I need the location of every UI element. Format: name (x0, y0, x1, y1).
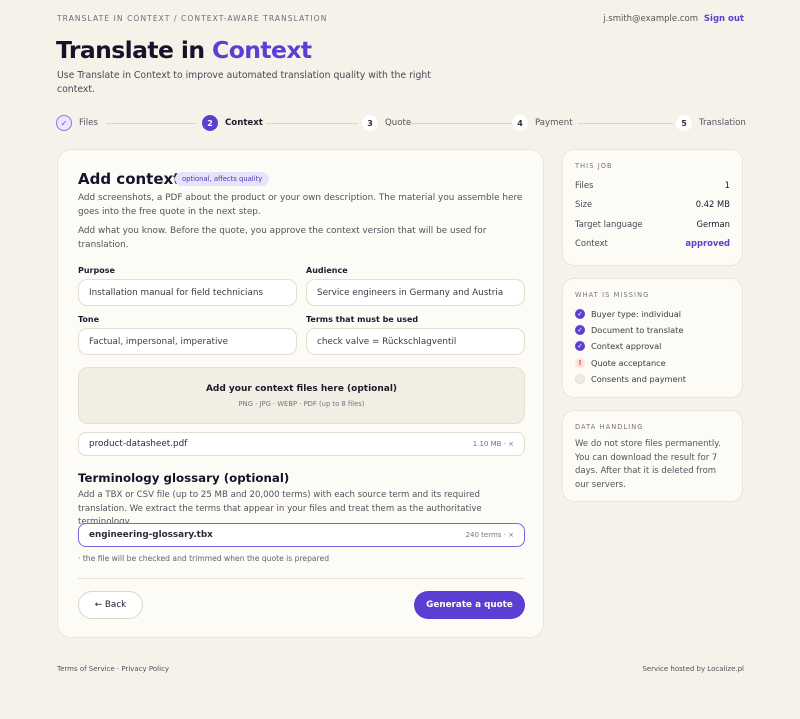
job-key: Size (575, 199, 593, 209)
top-bar: TRANSLATE IN CONTEXT / CONTEXT-AWARE TRA… (57, 14, 744, 26)
step-connector (408, 123, 512, 124)
page-description: Use Translate in Context to improve auto… (57, 70, 431, 95)
purpose-label: Purpose (78, 266, 115, 275)
job-key: Context (575, 238, 608, 248)
job-key: Files (575, 180, 594, 190)
job-heading: THIS JOB (575, 162, 613, 170)
step-label: Context (225, 118, 263, 128)
check-icon: ✓ (575, 325, 585, 335)
check-icon: ✓ (575, 309, 585, 319)
missing-item-label: Quote acceptance (591, 358, 666, 368)
footer-hosted: Service hosted by Localize.pl (642, 665, 744, 673)
title-part-2: Context (212, 36, 312, 64)
sign-out-link[interactable]: Sign out (704, 14, 744, 24)
job-row-language: Target language German (575, 219, 730, 231)
footer-links[interactable]: Terms of Service · Privacy Policy (57, 665, 169, 673)
dropzone-formats: PNG · JPG · WEBP · PDF (up to 8 files) (238, 400, 365, 408)
step-number: 3 (362, 115, 378, 131)
context-file-dropzone[interactable]: Add your context files here (optional) P… (78, 367, 525, 424)
form-intro: Add screenshots, a PDF about the product… (78, 193, 523, 217)
back-button[interactable]: ← Back (78, 591, 143, 619)
job-row-context: Context approved (575, 238, 730, 250)
glossary-note: · the file will be checked and trimmed w… (78, 554, 330, 563)
missing-item-label: Document to translate (591, 325, 684, 335)
missing-item-label: Consents and payment (591, 374, 686, 384)
form-heading: Add context (78, 170, 181, 188)
step-connector (106, 123, 196, 124)
step-context[interactable]: 2 Context (202, 115, 263, 131)
dropzone-title: Add your context files here (optional) (205, 384, 398, 394)
missing-item-label: Context approval (591, 341, 662, 351)
step-quote[interactable]: 3 Quote (362, 115, 411, 131)
terms-label: Terms that must be used (306, 315, 419, 324)
purpose-field[interactable]: Installation manual for field technician… (78, 279, 297, 306)
step-connector (266, 123, 358, 124)
handling-heading: DATA HANDLING (575, 423, 644, 431)
handling-text: We do not store files permanently. You c… (575, 439, 721, 490)
missing-item: ✓ Buyer type: individual (575, 308, 681, 320)
job-summary-card: THIS JOB Files 1 Size 0.42 MB Target lan… (562, 149, 743, 266)
missing-item-label: Buyer type: individual (591, 309, 682, 319)
tone-label: Tone (78, 315, 100, 324)
missing-items-card: WHAT IS MISSING ✓ Buyer type: individual… (562, 278, 743, 398)
step-translation[interactable]: 5 Translation (676, 115, 746, 131)
glossary-file-name: engineering-glossary.tbx (89, 530, 213, 540)
step-label: Translation (699, 118, 746, 128)
title-part-1: Translate in (56, 36, 213, 64)
page-title: Translate in Context (56, 36, 312, 64)
missing-item: Consents and payment (575, 373, 686, 385)
step-label: Files (79, 118, 98, 128)
step-number: 5 (676, 115, 692, 131)
missing-item: ✓ Document to translate (575, 324, 683, 336)
missing-heading: WHAT IS MISSING (575, 291, 650, 299)
warning-icon: ! (575, 358, 585, 368)
stepper: ✓ Files 2 Context 3 Quote 4 Payment 5 Tr… (56, 115, 746, 133)
context-status: approved (685, 238, 730, 248)
job-row-files: Files 1 (575, 180, 730, 192)
audience-label: Audience (306, 266, 348, 275)
form-intro-2: Add what you know. Before the quote, you… (78, 226, 487, 250)
step-connector (578, 123, 674, 124)
missing-item: ✓ Context approval (575, 340, 661, 352)
audience-field[interactable]: Service engineers in Germany and Austria (306, 279, 525, 306)
remove-glossary-button[interactable]: 240 terms · × (466, 531, 514, 539)
breadcrumb: TRANSLATE IN CONTEXT / CONTEXT-AWARE TRA… (57, 14, 328, 23)
tone-field[interactable]: Factual, impersonal, imperative (78, 328, 297, 355)
optional-badge: optional, affects quality (175, 172, 270, 186)
context-form-card: Add context optional, affects quality Ad… (57, 149, 544, 638)
job-value: 0.42 MB (695, 199, 730, 209)
step-label: Quote (385, 118, 412, 128)
context-file-item: product-datasheet.pdf 1.10 MB · × (78, 432, 525, 456)
file-name: product-datasheet.pdf (89, 439, 188, 449)
check-icon: ✓ (575, 341, 585, 351)
step-label: Payment (535, 118, 573, 128)
job-value: German (696, 219, 730, 229)
generate-quote-button[interactable]: Generate a quote (414, 591, 525, 619)
step-payment[interactable]: 4 Payment (512, 115, 573, 131)
data-handling-card: DATA HANDLING We do not store files perm… (562, 410, 743, 502)
job-value: 1 (724, 180, 730, 190)
check-icon: ✓ (56, 115, 72, 131)
step-files[interactable]: ✓ Files (56, 115, 98, 131)
job-row-size: Size 0.42 MB (575, 199, 730, 211)
terms-field[interactable]: check valve = Rückschlagventil (306, 328, 525, 355)
step-number: 2 (202, 115, 218, 131)
job-key: Target language (575, 219, 643, 229)
empty-circle-icon (575, 374, 585, 384)
divider (78, 578, 525, 579)
step-number: 4 (512, 115, 528, 131)
remove-file-button[interactable]: 1.10 MB · × (473, 440, 514, 448)
glossary-heading: Terminology glossary (optional) (78, 471, 290, 485)
missing-item: ! Quote acceptance (575, 357, 666, 369)
user-email: j.smith@example.com (603, 14, 698, 24)
glossary-file-item: engineering-glossary.tbx 240 terms · × (78, 523, 525, 547)
